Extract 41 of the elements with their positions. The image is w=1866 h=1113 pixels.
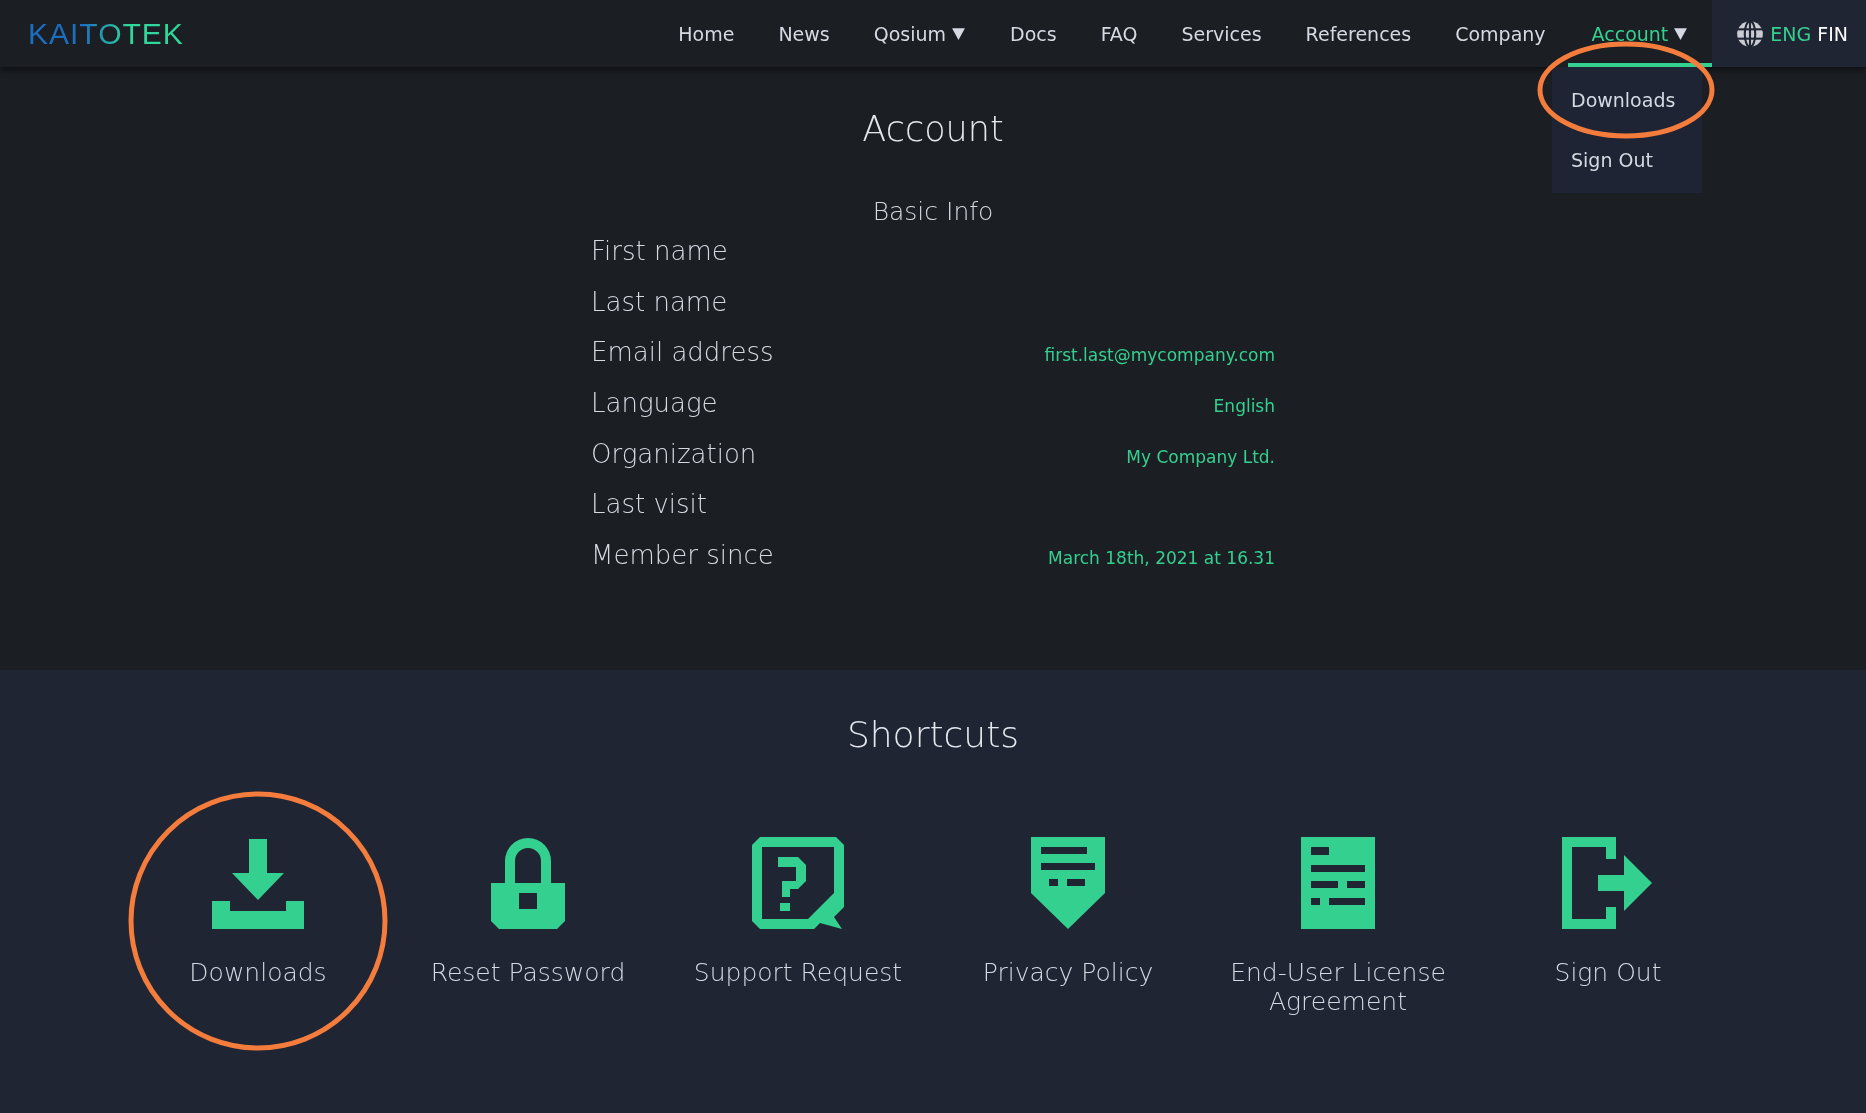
nav-link[interactable]: Qosium <box>851 0 989 67</box>
nav-link[interactable]: Company <box>1433 0 1568 67</box>
shortcut-link[interactable]: Privacy Policy <box>933 837 1203 1017</box>
nav-link[interactable]: News <box>756 0 852 67</box>
speech-bubble-question-icon <box>752 837 844 929</box>
document-icon <box>1301 837 1375 929</box>
menu-item[interactable]: Sign Out <box>1552 135 1702 185</box>
field-value: My Company Ltd. <box>1126 446 1275 467</box>
shortcut-link[interactable]: End-User License Agreement <box>1203 837 1473 1017</box>
shortcut-link[interactable]: Support Request <box>663 837 933 1017</box>
field-label: Last visit <box>591 489 707 520</box>
field-label: Language <box>591 388 718 419</box>
section-title: Basic Info <box>872 197 994 226</box>
shortcut-link[interactable]: Downloads <box>123 837 393 1017</box>
shield-icon <box>1031 837 1105 929</box>
field-label: Email address <box>591 337 774 368</box>
language-link[interactable]: FIN <box>1817 22 1848 45</box>
field-value: English <box>1213 396 1275 417</box>
nav-link[interactable]: Home <box>656 0 757 67</box>
lock-icon <box>491 837 565 929</box>
shortcut-link[interactable]: Reset Password <box>393 837 663 1017</box>
nav-link[interactable]: References <box>1283 0 1434 67</box>
nav-link[interactable]: Docs <box>988 0 1079 67</box>
download-icon <box>212 837 304 929</box>
caret-icon <box>951 26 967 41</box>
page-title: Account <box>862 109 1004 149</box>
field-value: March 18th, 2021 at 16.31 <box>1048 548 1275 569</box>
field-label: Last name <box>591 286 728 317</box>
globe-icon <box>1736 19 1765 48</box>
nav-link[interactable]: FAQ <box>1078 0 1160 67</box>
language-link[interactable]: ENG <box>1770 22 1812 45</box>
field-label: Member since <box>591 540 774 571</box>
sign-out-icon <box>1562 837 1654 929</box>
nav-link[interactable]: Account <box>1567 0 1713 67</box>
shortcut-link[interactable]: Sign Out <box>1473 837 1743 1017</box>
field-label: Organization <box>591 438 757 469</box>
field-label: First name <box>591 236 728 266</box>
field-value: first.last@mycompany.com <box>1044 345 1275 366</box>
caret-icon <box>1673 26 1689 41</box>
nav-link[interactable]: Services <box>1159 0 1284 67</box>
section-title: Shortcuts <box>846 714 1020 755</box>
